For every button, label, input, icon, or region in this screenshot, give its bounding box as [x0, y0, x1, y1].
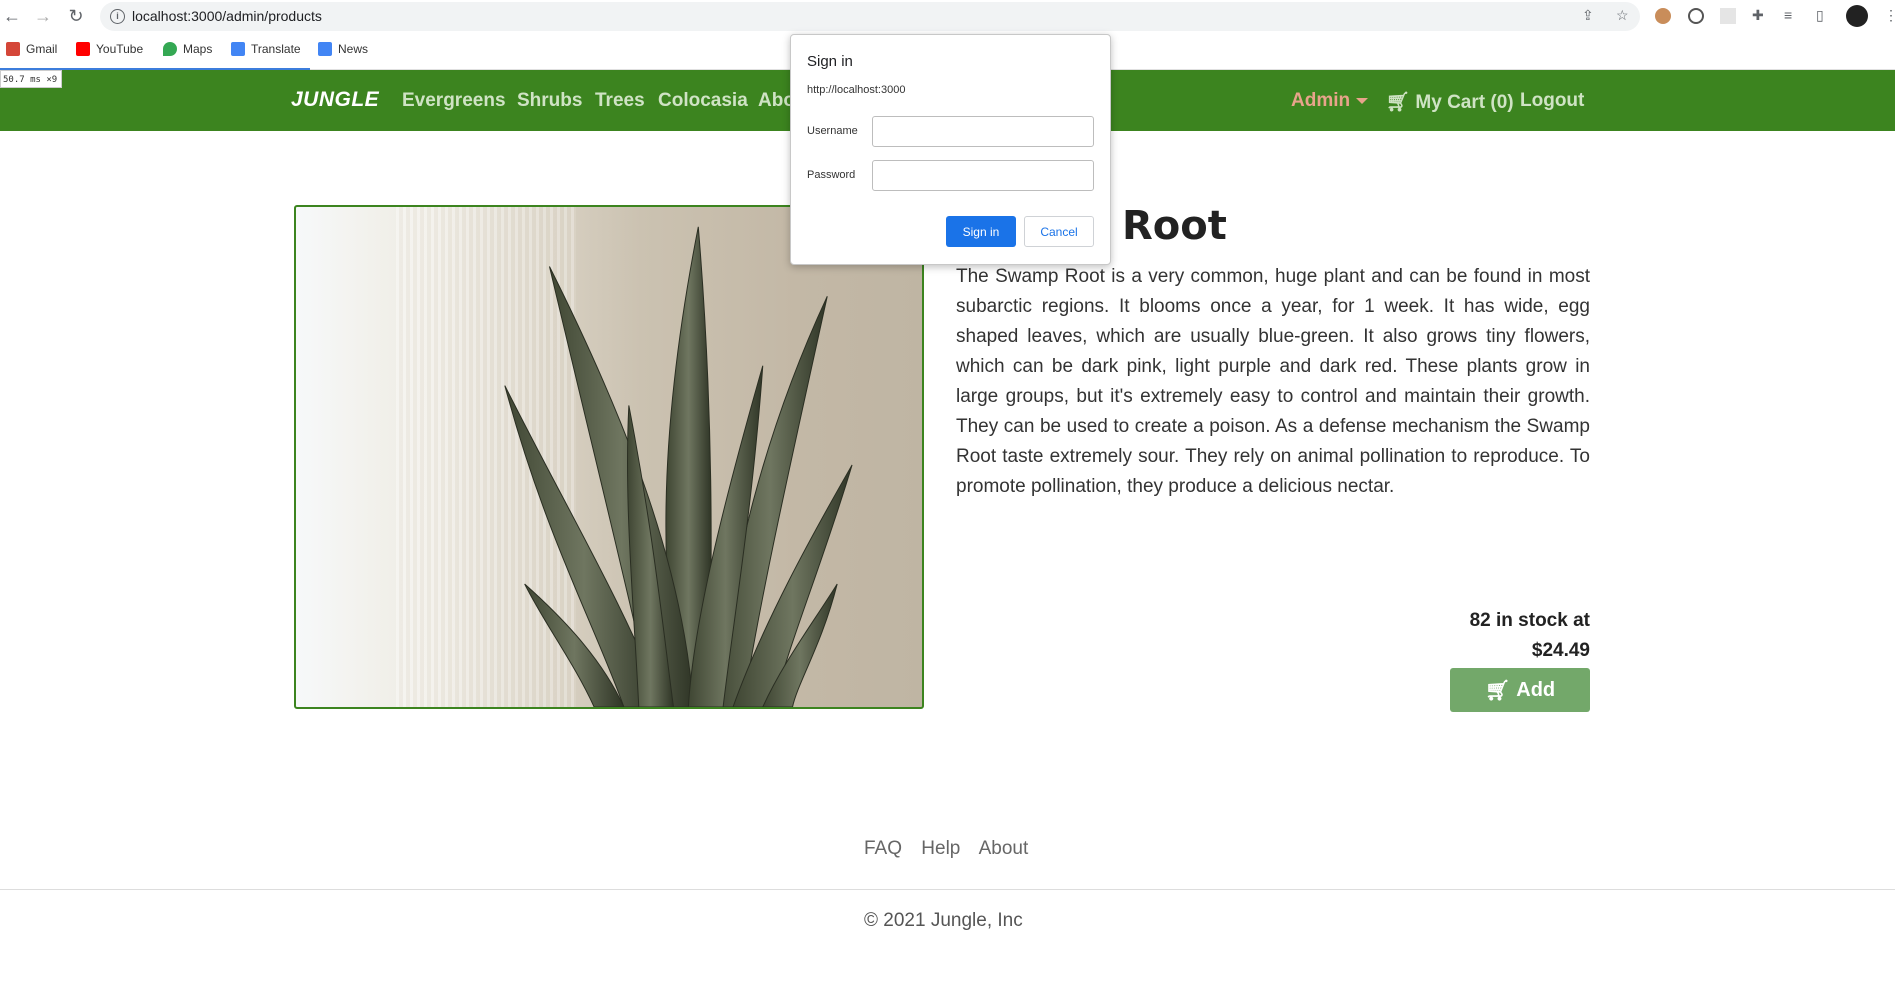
site-info-icon[interactable]: i — [110, 9, 125, 24]
footer-link-about[interactable]: About — [979, 838, 1029, 859]
product-description: The Swamp Root is a very common, huge pl… — [956, 266, 1590, 497]
nav-trees[interactable]: Trees — [595, 90, 645, 112]
cart-icon: 🛒︎ — [1386, 92, 1411, 113]
product-image — [294, 205, 924, 709]
nav-cart[interactable]: 🛒︎ My Cart (0) — [1386, 90, 1514, 114]
bookmark-label: Gmail — [26, 42, 58, 56]
bookmark-star-icon[interactable]: ☆ — [1616, 7, 1629, 24]
caret-down-icon — [1356, 97, 1369, 104]
price-text: $24.49 — [1531, 640, 1590, 661]
extension-icon[interactable] — [1720, 8, 1736, 24]
copyright-text: © 2021 Jungle, Inc — [864, 910, 1023, 931]
add-to-cart-button[interactable]: 🛒︎ Add — [1450, 668, 1590, 712]
bookmark-label: News — [338, 42, 369, 56]
add-button-label: Add — [1516, 678, 1556, 701]
profile-avatar[interactable] — [1846, 5, 1868, 27]
signin-dialog: Sign in http://localhost:3000 Username P… — [790, 34, 1111, 265]
bookmark-maps[interactable]: Maps — [163, 42, 212, 56]
bookmark-label: Maps — [183, 42, 213, 56]
side-panel-icon[interactable]: ▯ — [1816, 7, 1824, 24]
dialog-title: Sign in — [807, 53, 853, 70]
nav-admin-label: Admin — [1291, 90, 1351, 111]
snake-plant-image — [504, 226, 853, 707]
password-label: Password — [807, 169, 856, 181]
bookmark-gmail[interactable]: Gmail — [6, 42, 57, 56]
brand-logo[interactable]: JUNGLE — [291, 88, 379, 112]
nav-colocasia[interactable]: Colocasia — [658, 90, 748, 112]
bookmark-label: YouTube — [96, 42, 144, 56]
address-url[interactable]: localhost:3000/admin/products — [132, 8, 322, 24]
stock-text: 82 in stock at — [1469, 610, 1590, 631]
password-field[interactable] — [872, 160, 1094, 191]
username-field[interactable] — [872, 116, 1094, 147]
bookmark-label: Translate — [251, 42, 301, 56]
cancel-button[interactable]: Cancel — [1024, 216, 1094, 247]
reload-icon[interactable]: ↻ — [66, 6, 86, 26]
nav-shrubs[interactable]: Shrubs — [517, 90, 582, 112]
puzzle-icon[interactable]: ✚ — [1752, 7, 1764, 24]
gmail-icon — [6, 42, 20, 56]
footer-divider — [0, 889, 1895, 890]
perf-timing-badge: 50.7 ms ×9 — [0, 70, 62, 88]
forward-arrow-icon[interactable]: → — [33, 6, 53, 26]
nav-logout[interactable]: Logout — [1520, 90, 1584, 112]
bookmark-youtube[interactable]: YouTube — [76, 42, 143, 56]
bookmark-news[interactable]: News — [318, 42, 368, 56]
nav-admin-dropdown[interactable]: Admin — [1291, 90, 1369, 112]
product-title: Root — [1122, 203, 1227, 249]
share-icon[interactable]: ⇪ — [1582, 7, 1594, 24]
news-icon — [318, 42, 332, 56]
extension-icon[interactable] — [1655, 8, 1671, 24]
menu-icon[interactable]: ⋮ — [1884, 7, 1895, 24]
signin-button[interactable]: Sign in — [946, 216, 1016, 247]
username-label: Username — [807, 125, 858, 137]
footer-link-faq[interactable]: FAQ — [864, 838, 902, 859]
nav-cart-label: My Cart (0) — [1415, 92, 1514, 113]
dialog-origin: http://localhost:3000 — [807, 84, 906, 96]
maps-icon — [163, 42, 177, 56]
extension-icon[interactable] — [1688, 8, 1704, 24]
bookmark-translate[interactable]: Translate — [231, 42, 301, 56]
back-arrow-icon[interactable]: ← — [2, 6, 22, 26]
address-bar[interactable]: i localhost:3000/admin/products — [100, 2, 1640, 31]
footer-links: FAQ Help About — [864, 838, 1042, 860]
reading-list-icon[interactable]: ≡ — [1784, 7, 1792, 23]
nav-evergreens[interactable]: Evergreens — [402, 90, 506, 112]
translate-icon — [231, 42, 245, 56]
cart-icon: 🛒︎ — [1484, 679, 1511, 702]
browser-toolbar: ← → ↻ i localhost:3000/admin/products ⇪ … — [0, 0, 1895, 33]
youtube-icon — [76, 42, 90, 56]
footer-link-help[interactable]: Help — [921, 838, 960, 859]
